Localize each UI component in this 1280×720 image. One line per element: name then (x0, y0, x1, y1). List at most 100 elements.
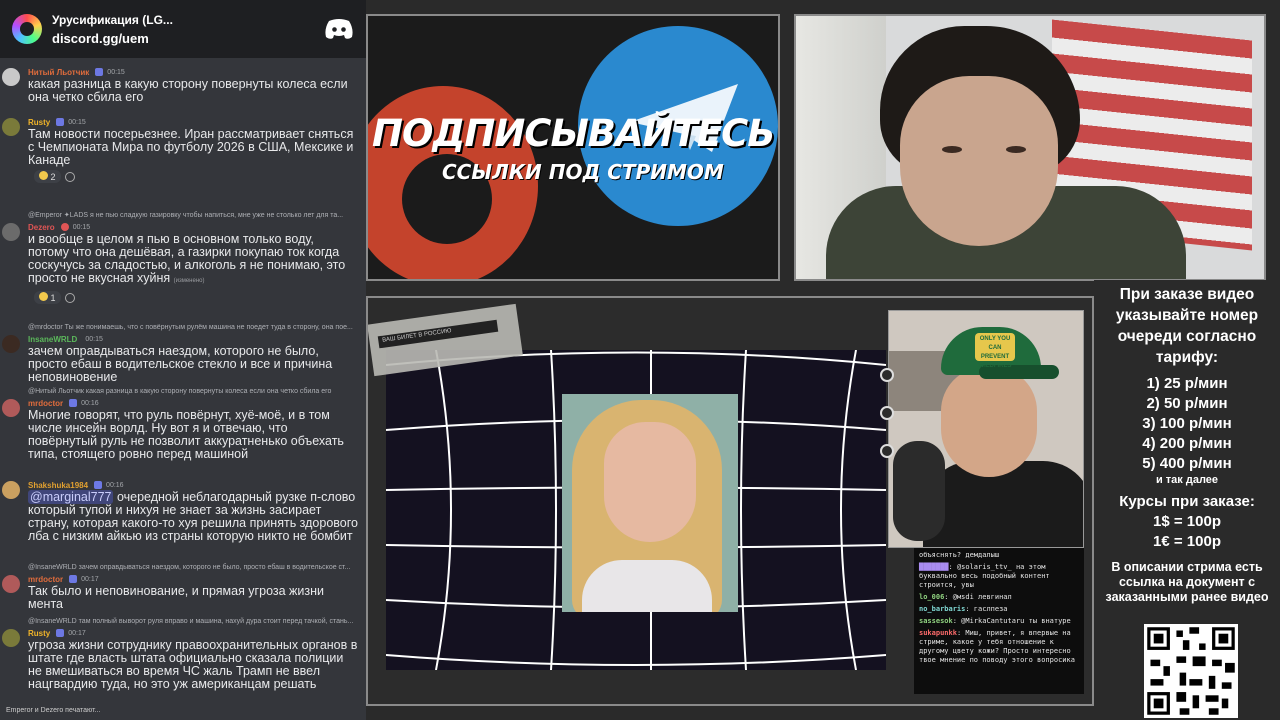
tariff-item: 1) 25 р/мин (1146, 375, 1228, 392)
role-badge-icon (60, 223, 69, 231)
chat-message: @InsaneWRLD там полный выворот руля впра… (0, 615, 366, 705)
reply-preview[interactable]: @Emperor ✦LADS я не пью сладкую газировк… (4, 211, 362, 221)
cap-patch: ONLY YOU CAN PREVENT WILDFIRES (975, 333, 1015, 369)
chat-user[interactable]: no_barbaris (919, 605, 965, 613)
avatar (2, 223, 20, 241)
person-face (941, 367, 1037, 477)
order-info-panel: При заказе видео указывайте номер очеред… (1094, 280, 1280, 720)
message-time: 00:15 (107, 68, 125, 76)
second-webcam: ONLY YOU CAN PREVENT WILDFIRES (888, 310, 1084, 548)
chat-message: @InsaneWRLD зачем оправдываться наездом,… (0, 561, 366, 615)
tariff-item: 4) 200 р/мин (1142, 435, 1232, 452)
face (604, 422, 696, 542)
chat-line: объяснять? демдалыш (919, 551, 1079, 560)
message-author[interactable]: Rusty (28, 629, 50, 638)
message-author[interactable]: Dezero (28, 223, 55, 232)
edited-label: (изменено) (173, 278, 205, 284)
message-time: 00:15 (72, 223, 91, 231)
chat-user[interactable]: lo_006 (919, 593, 944, 601)
tariff-etc: и так далее (1155, 474, 1219, 486)
woman-photo (562, 394, 738, 612)
currency-rate: 1€ = 100р (1153, 533, 1221, 550)
chat-line: sukapunkk: Миш, привет, я впервые на стр… (919, 629, 1075, 664)
typing-indicator: Emperor и Dezero печатают... (0, 704, 366, 720)
microphone-icon (893, 441, 945, 541)
chat-user[interactable]: sukapunkk (919, 629, 957, 637)
reaction-count: 1 (50, 293, 56, 303)
discord-message-feed[interactable]: Нитый Льотчик 00:15 какая разница в какую… (0, 64, 366, 705)
message-author[interactable]: Shakshuka1984 (28, 481, 88, 490)
avatar (2, 335, 20, 353)
reaction-bar[interactable]: 1 (34, 291, 75, 304)
message-text: угроза жизни сотруднику правоохранительн… (28, 638, 358, 691)
message-author[interactable]: mrdoctor (28, 575, 63, 584)
chat-line: sassesok: @MirkaCantutaru ты внатуре (919, 617, 1071, 625)
chat-message: Нитый Льотчик 00:15 какая разница в какую… (0, 64, 366, 114)
eye (942, 146, 962, 153)
reply-preview[interactable]: @mrdoctor Ты же понимаешь, что с повёрну… (4, 323, 362, 333)
message-author[interactable]: Нитый Льотчик (28, 68, 89, 77)
tariff-item: 3) 100 р/мин (1142, 415, 1232, 432)
user-mention[interactable]: @marginal777 (28, 490, 114, 504)
eye (1006, 146, 1026, 153)
role-badge-icon (56, 629, 65, 637)
video-scene: ВАШ БИЛЕТ В РОССИЮ ONLY YOU CAN PREVENT … (366, 296, 1094, 706)
stamp-icon (880, 406, 894, 420)
discord-invite-link[interactable]: discord.gg/uem (52, 31, 324, 46)
message-time: 00:16 (106, 481, 124, 489)
reply-preview[interactable]: @InsaneWRLD там полный выворот руля впра… (4, 617, 362, 627)
message-time: 00:15 (68, 118, 86, 126)
reaction-bar[interactable]: 2 (34, 170, 75, 183)
chat-user[interactable]: sassesok (919, 617, 953, 625)
stream-description-note: В описании стрима есть ссылка на докумен… (1105, 560, 1269, 604)
role-badge-icon (95, 68, 104, 76)
emoji-icon (39, 171, 48, 180)
chat-text: @мsdi левгинал (952, 593, 1012, 601)
chat-text: объяснять? демдалыш (919, 551, 1000, 559)
message-text: Многие говорят, что руль повёрнут, хуё-м… (28, 408, 344, 461)
subscribe-banner: ПОДПИСЫВАЙТЕСЬ ССЫЛКИ ПОД СТРИМОМ (366, 14, 780, 281)
role-badge-icon (69, 399, 78, 407)
role-badge-icon (94, 481, 103, 489)
message-author[interactable]: mrdoctor (28, 399, 63, 408)
banner-subtitle: ССЫЛКИ ПОД СТРИМОМ (442, 160, 724, 184)
chat-message: @Нитый Льотчик какая разница в какую сто… (0, 385, 366, 477)
chat-line: lo_006: @мsdi левгинал (919, 593, 1012, 601)
tariff-item: 2) 50 р/мин (1146, 395, 1228, 412)
chat-line: no_barbaris: гаслпеза (919, 605, 1008, 613)
role-badge-icon (69, 575, 78, 583)
add-reaction-icon[interactable] (64, 171, 75, 182)
add-reaction-icon[interactable] (64, 292, 75, 303)
message-text: Так было и неповинование, и прямая угроз… (28, 584, 324, 611)
avatar (2, 399, 20, 417)
reply-preview[interactable]: @Нитый Льотчик какая разница в какую сто… (4, 387, 362, 397)
message-text: зачем оправдываться наездом, которого не… (28, 344, 333, 384)
message-text: Там новости посерьезнее. Иран рассматрив… (28, 127, 354, 167)
message-author[interactable]: Rusty (28, 118, 50, 127)
discord-header: Урусификация (LG... discord.gg/uem (0, 0, 366, 58)
tariff-item: 5) 400 р/мин (1142, 455, 1232, 472)
chat-text: гаслпеза (973, 605, 1008, 613)
server-logo-icon (12, 14, 42, 44)
reply-preview[interactable]: @InsaneWRLD зачем оправдываться наездом,… (4, 563, 362, 573)
streamer-face (900, 76, 1058, 246)
avatar (2, 118, 20, 136)
message-time: 00:15 (85, 335, 103, 343)
discord-overlay: Урусификация (LG... discord.gg/uem Нитый… (0, 0, 366, 720)
avatar (2, 575, 20, 593)
message-time: 00:17 (81, 575, 99, 583)
emoji-icon (39, 292, 48, 301)
message-author[interactable]: InsaneWRLD (28, 335, 77, 344)
message-time: 00:17 (68, 629, 86, 637)
chat-line: ███████: @solaris_ttv_ на этом буквально… (919, 563, 1050, 589)
reaction-pill[interactable]: 2 (34, 170, 61, 183)
chat-user[interactable]: ███████ (919, 563, 949, 571)
server-name: Урусификация (LG... (52, 12, 173, 27)
banner-title: ПОДПИСЫВАЙТЕСЬ (372, 112, 775, 155)
reaction-pill[interactable]: 1 (34, 291, 61, 304)
avatar (2, 481, 20, 499)
shirt (582, 560, 712, 612)
message-text: @marginal777 очередной неблагодарный руз… (4, 490, 362, 543)
twitch-chat[interactable]: объяснять? демдалыш ███████: @solaris_tt… (914, 548, 1084, 694)
role-badge-icon (56, 118, 65, 126)
